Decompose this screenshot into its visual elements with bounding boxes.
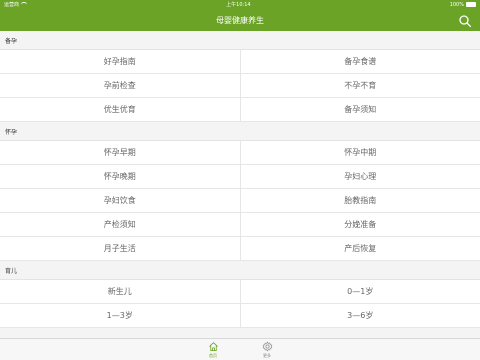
category-item[interactable]: 产后恢复 bbox=[241, 237, 480, 260]
tab-label: 更多 bbox=[263, 353, 271, 358]
grid-row: 月子生活 产后恢复 bbox=[0, 237, 480, 261]
category-item[interactable]: 产检须知 bbox=[0, 213, 241, 236]
grid-row: 1—3岁 3—6岁 bbox=[0, 304, 480, 328]
category-item[interactable]: 怀孕晚期 bbox=[0, 165, 241, 188]
category-item[interactable]: 孕妇心理 bbox=[241, 165, 480, 188]
grid-row: 孕前检查 不孕不育 bbox=[0, 74, 480, 98]
category-item[interactable]: 分娩准备 bbox=[241, 213, 480, 236]
category-item[interactable]: 备孕须知 bbox=[241, 98, 480, 121]
search-icon bbox=[459, 15, 472, 28]
category-item[interactable]: 胎教指南 bbox=[241, 189, 480, 212]
tab-label: 首页 bbox=[209, 353, 217, 358]
section-header-pregnancy: 怀孕 bbox=[0, 122, 480, 141]
gear-icon bbox=[262, 341, 272, 352]
category-item[interactable]: 新生儿 bbox=[0, 280, 241, 303]
category-item[interactable]: 3—6岁 bbox=[241, 304, 480, 327]
category-item[interactable]: 不孕不育 bbox=[241, 74, 480, 97]
grid-row: 孕妇饮食 胎教指南 bbox=[0, 189, 480, 213]
category-item[interactable]: 优生优育 bbox=[0, 98, 241, 121]
tab-home[interactable]: 首页 bbox=[203, 339, 223, 360]
category-item[interactable]: 0—1岁 bbox=[241, 280, 480, 303]
nav-bar: 母婴健康养生 bbox=[0, 9, 480, 31]
carrier-label: 运营商 bbox=[4, 2, 20, 8]
grid-row: 新生儿 0—1岁 bbox=[0, 280, 480, 304]
category-item[interactable]: 怀孕早期 bbox=[0, 141, 241, 164]
category-item[interactable]: 孕妇饮食 bbox=[0, 189, 241, 212]
search-button[interactable] bbox=[458, 13, 472, 28]
home-icon bbox=[208, 342, 218, 352]
category-item[interactable]: 月子生活 bbox=[0, 237, 241, 260]
grid-row: 怀孕早期 怀孕中期 bbox=[0, 141, 480, 165]
tab-more[interactable]: 更多 bbox=[257, 339, 277, 360]
category-item[interactable]: 备孕食谱 bbox=[241, 50, 480, 73]
grid-row: 产检须知 分娩准备 bbox=[0, 213, 480, 237]
category-item[interactable]: 1—3岁 bbox=[0, 304, 241, 327]
category-list[interactable]: 备孕 好孕指南 备孕食谱 孕前检查 不孕不育 优生优育 备孕须知 怀孕 怀孕早期… bbox=[0, 31, 480, 338]
status-bar: 运营商 上午10:14 100% bbox=[0, 0, 480, 9]
battery-icon bbox=[465, 2, 476, 7]
tab-bar: 首页 更多 bbox=[0, 338, 480, 360]
category-item[interactable]: 好孕指南 bbox=[0, 50, 241, 73]
wifi-icon bbox=[21, 2, 28, 7]
status-time: 上午10:14 bbox=[226, 2, 251, 8]
grid-row: 怀孕晚期 孕妇心理 bbox=[0, 165, 480, 189]
battery-percent: 100% bbox=[449, 1, 464, 8]
grid-row: 优生优育 备孕须知 bbox=[0, 98, 480, 122]
category-item[interactable]: 怀孕中期 bbox=[241, 141, 480, 164]
section-header-parenting: 育儿 bbox=[0, 261, 480, 280]
section-header-prepregnancy: 备孕 bbox=[0, 31, 480, 50]
category-item[interactable]: 孕前检查 bbox=[0, 74, 241, 97]
page-title: 母婴健康养生 bbox=[216, 15, 264, 25]
grid-row: 好孕指南 备孕食谱 bbox=[0, 50, 480, 74]
